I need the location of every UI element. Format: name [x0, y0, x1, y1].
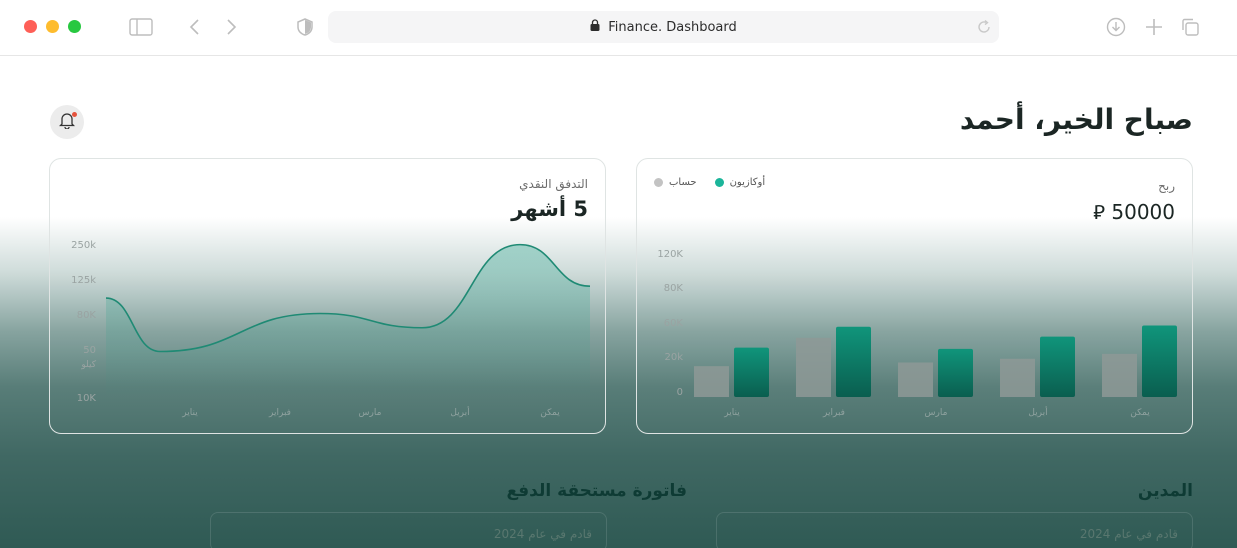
profit-x-tick: فبراير — [822, 408, 845, 418]
cashflow-x-tick: فبراير — [268, 408, 291, 418]
reload-icon[interactable] — [972, 15, 996, 39]
notification-badge — [72, 112, 77, 117]
notifications-button[interactable] — [50, 105, 84, 139]
profit-card: ربح 50000 ⃁ حساب أوكازيون 120K 80K — [636, 158, 1193, 434]
bar-account — [694, 366, 729, 397]
cashflow-y-tick: 125k — [71, 275, 96, 286]
profit-y-tick: 80K — [664, 283, 684, 294]
close-window-button[interactable] — [24, 20, 37, 33]
cashflow-x-tick: مارس — [359, 408, 382, 418]
cashflow-x-axis: يناير فبراير مارس أبريل يمكن — [181, 406, 560, 418]
profit-y-tick: 20k — [664, 352, 683, 363]
bar-account — [898, 362, 933, 397]
bar-account — [1102, 353, 1137, 397]
debtor-heading: المدين — [1137, 481, 1193, 501]
cashflow-y-tick: 80K — [77, 310, 97, 321]
bar-account — [1000, 358, 1035, 397]
bar-sale — [1040, 336, 1075, 397]
browser-toolbar: Finance. Dashboard — [0, 0, 1237, 56]
url-text: Finance. Dashboard — [608, 19, 737, 35]
profit-chart: 120K 80K 60K 20k 0 يناير فبراير مارس أبريل ي… — [657, 249, 1177, 418]
new-tab-icon[interactable] — [1142, 15, 1166, 39]
cashflow-card: التدفق النقدي 5 أشهر 250k 125k 80K 50 كي… — [49, 158, 606, 434]
cashflow-y-axis: 250k 125k 80K 50 كيلو 10K — [71, 240, 97, 404]
upcoming-card-right[interactable]: قادم في عام 2024 — [716, 512, 1193, 548]
cashflow-area — [106, 244, 590, 399]
profit-x-tick: أبريل — [1028, 406, 1047, 418]
cashflow-y-tick: 50 — [83, 345, 96, 356]
bar-sale — [734, 347, 769, 397]
dashboard-page: صباح الخير، أحمد التدفق النقدي 5 أشهر 25… — [0, 57, 1237, 548]
profit-x-axis: يناير فبراير مارس أبريل يمكن — [723, 406, 1150, 418]
bar-sale — [1142, 325, 1177, 397]
privacy-shield-icon[interactable] — [293, 15, 317, 39]
back-icon[interactable] — [183, 15, 207, 39]
profit-x-tick: مارس — [925, 408, 948, 418]
address-bar[interactable]: Finance. Dashboard — [328, 11, 999, 43]
profit-x-tick: يمكن — [1130, 408, 1150, 418]
lock-icon — [590, 19, 600, 35]
cashflow-x-tick: يمكن — [540, 408, 560, 418]
downloads-icon[interactable] — [1104, 15, 1128, 39]
profit-bars — [694, 325, 1177, 397]
upcoming-label: قادم في عام 2024 — [493, 527, 592, 541]
profit-y-tick: 60K — [664, 318, 684, 329]
forward-icon[interactable] — [219, 15, 243, 39]
maximize-window-button[interactable] — [68, 20, 81, 33]
profit-y-tick: 0 — [677, 387, 683, 398]
page-title: صباح الخير، أحمد — [959, 103, 1193, 136]
bar-account — [796, 337, 831, 397]
minimize-window-button[interactable] — [46, 20, 59, 33]
bar-sale — [938, 348, 973, 397]
cashflow-y-tick: 250k — [71, 240, 96, 251]
cashflow-x-tick: أبريل — [450, 406, 469, 418]
cashflow-chart: 250k 125k 80K 50 كيلو 10K يناير فبراير مار… — [71, 240, 591, 418]
profit-y-tick: 120K — [657, 249, 683, 260]
profit-y-axis: 120K 80K 60K 20k 0 — [657, 249, 683, 398]
cashflow-y-tick: كيلو — [80, 360, 96, 370]
cashflow-x-tick: يناير — [181, 408, 198, 418]
tab-overview-icon[interactable] — [1178, 15, 1202, 39]
cashflow-y-tick: 10K — [77, 393, 97, 404]
bar-sale — [836, 326, 871, 397]
sidebar-toggle-icon[interactable] — [129, 15, 153, 39]
upcoming-card-left[interactable]: قادم في عام 2024 — [210, 512, 607, 548]
profit-x-tick: يناير — [723, 408, 740, 418]
invoice-due-heading: فاتورة مستحقة الدفع — [506, 481, 687, 501]
upcoming-label: قادم في عام 2024 — [1079, 527, 1178, 541]
